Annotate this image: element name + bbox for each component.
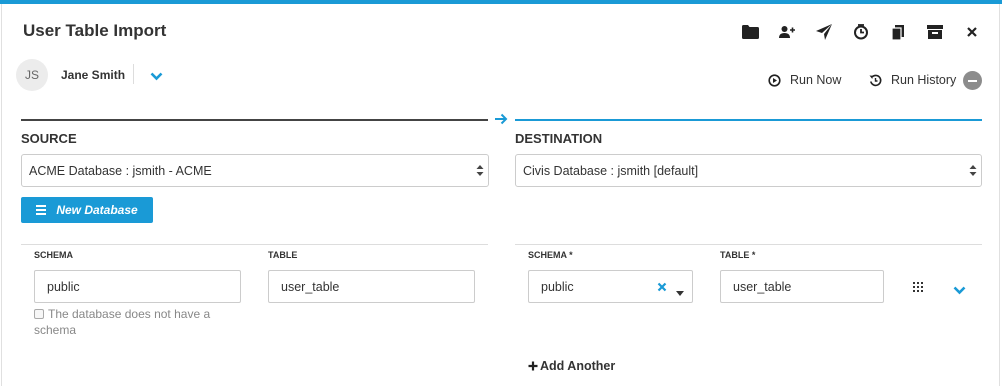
- destination-database-select[interactable]: Civis Database : jsmith [default]: [515, 154, 982, 187]
- toolbar: [723, 22, 982, 42]
- run-history-button[interactable]: Run History: [869, 73, 956, 87]
- source-schema-input[interactable]: public: [34, 270, 241, 303]
- source-database-value: ACME Database : jsmith - ACME: [29, 163, 212, 178]
- source-heading: SOURCE: [21, 131, 77, 146]
- destination-table-input[interactable]: user_table: [720, 270, 884, 303]
- folder-icon[interactable]: [740, 22, 760, 42]
- run-now-button[interactable]: Run Now: [768, 73, 841, 87]
- arrow-right-icon: [495, 112, 508, 130]
- destination-table-label: TABLE *: [720, 250, 756, 260]
- run-history-label: Run History: [891, 73, 957, 87]
- destination-fields-divider: [515, 244, 982, 245]
- source-table-value: user_table: [281, 279, 340, 294]
- new-database-button[interactable]: New Database: [21, 197, 153, 223]
- schedule-icon[interactable]: [851, 22, 871, 42]
- divider: [133, 64, 134, 84]
- no-schema-label: The database does not have a schema: [34, 307, 211, 337]
- close-icon[interactable]: [962, 22, 982, 42]
- user-name: Jane Smith: [61, 68, 126, 82]
- source-schema-label: SCHEMA: [34, 250, 74, 260]
- page-title: User Table Import: [23, 21, 167, 40]
- collapse-icon[interactable]: [963, 71, 982, 90]
- destination-database-value: Civis Database : jsmith [default]: [523, 163, 699, 178]
- source-table-input[interactable]: user_table: [268, 270, 475, 303]
- share-user-icon[interactable]: [777, 22, 797, 42]
- destination-schema-select[interactable]: public: [528, 270, 693, 303]
- source-fields-divider: [21, 244, 488, 245]
- new-database-label: New Database: [56, 203, 138, 217]
- clone-icon[interactable]: [888, 22, 908, 42]
- source-schema-value: public: [47, 279, 80, 294]
- send-icon[interactable]: [814, 22, 834, 42]
- history-icon: [869, 74, 882, 87]
- plus-icon: [528, 361, 538, 371]
- list-icon: [36, 205, 47, 215]
- clear-icon[interactable]: [657, 279, 667, 297]
- archive-icon[interactable]: [925, 22, 945, 42]
- select-arrows-icon: [476, 164, 484, 180]
- destination-heading: DESTINATION: [515, 131, 603, 146]
- add-another-button[interactable]: Add Another: [528, 359, 615, 373]
- destination-schema-label: SCHEMA *: [528, 250, 573, 260]
- avatar: JS: [16, 59, 48, 91]
- drag-handle-icon[interactable]: [913, 279, 923, 297]
- destination-table-value: user_table: [733, 279, 792, 294]
- destination-divider: [515, 119, 982, 121]
- source-divider: [21, 119, 488, 121]
- chevron-down-icon[interactable]: [953, 282, 966, 300]
- source-database-select[interactable]: ACME Database : jsmith - ACME: [21, 154, 489, 187]
- source-table-label: TABLE: [268, 250, 298, 260]
- chevron-down-icon[interactable]: [150, 68, 163, 86]
- run-now-label: Run Now: [790, 73, 842, 87]
- caret-down-icon[interactable]: [676, 283, 684, 301]
- select-arrows-icon: [969, 164, 977, 180]
- no-schema-checkbox[interactable]: [34, 309, 44, 319]
- no-schema-checkbox-row: The database does not have a schema: [34, 306, 234, 338]
- destination-schema-value: public: [541, 279, 574, 294]
- add-another-label: Add Another: [540, 359, 616, 373]
- play-circle-icon: [768, 73, 781, 87]
